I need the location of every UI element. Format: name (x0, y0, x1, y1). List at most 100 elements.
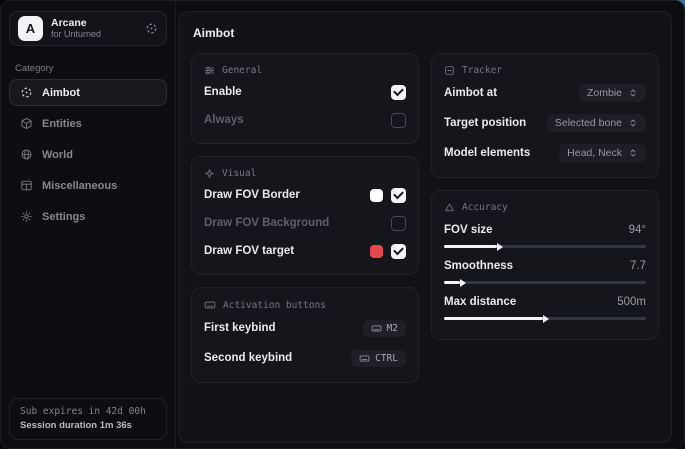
square-minus-icon (444, 65, 455, 76)
keyboard-icon (371, 323, 382, 334)
second-keybind-button[interactable]: CTRL (351, 350, 406, 367)
dropdown-value: Selected bone (555, 117, 622, 129)
panel-title: Visual (222, 168, 256, 179)
setting-row-aimbot-at: Aimbot at Zombie (444, 80, 646, 106)
sub-expiry-text: Sub expires in 42d 00h (20, 406, 156, 417)
app-titles: Arcane for Unturned (51, 17, 101, 39)
sidebar-item-world[interactable]: World (9, 141, 167, 168)
subscription-status-card: Sub expires in 42d 00h Session duration … (9, 398, 167, 440)
panel-title: Activation buttons (223, 300, 326, 311)
dropdown-value: Head, Neck (567, 147, 622, 159)
visual-panel-header: Visual (204, 168, 406, 179)
setting-label: Max distance (444, 296, 516, 308)
slider-fill[interactable] (444, 245, 497, 248)
setting-row-fov-background: Draw FOV Background (204, 211, 406, 235)
panel-title: General (222, 65, 262, 76)
setting-row-fov-target: Draw FOV target (204, 239, 406, 263)
app-name: Arcane (51, 17, 101, 29)
sliders-icon (204, 65, 215, 76)
aimbot-at-dropdown[interactable]: Zombie (579, 84, 646, 102)
smoothness-slider[interactable] (444, 281, 646, 284)
crosshair-icon (20, 86, 33, 99)
triangle-icon (444, 202, 455, 213)
setting-label: Always (204, 114, 244, 126)
general-panel: General Enable Always (191, 53, 419, 144)
globe-icon (20, 148, 33, 161)
accuracy-panel-header: Accuracy (444, 202, 646, 213)
setting-label: Draw FOV target (204, 245, 294, 257)
activation-buttons-panel: Activation buttons First keybind M2 (191, 287, 419, 383)
setting-row-fov-border: Draw FOV Border (204, 183, 406, 207)
sidebar-item-label: Aimbot (42, 87, 80, 99)
panel-title: Tracker (462, 65, 502, 76)
fov-border-checkbox[interactable] (391, 188, 406, 203)
sidebar-item-settings[interactable]: Settings (9, 203, 167, 230)
slider-fill[interactable] (444, 317, 543, 320)
sidebar-item-miscellaneous[interactable]: Miscellaneous (9, 172, 167, 199)
sidebar-item-label: Miscellaneous (42, 180, 117, 192)
enable-checkbox[interactable] (391, 85, 406, 100)
category-label: Category (15, 63, 161, 74)
setting-label: FOV size (444, 224, 493, 236)
setting-row-first-keybind: First keybind M2 (204, 315, 406, 341)
gear-icon (20, 210, 33, 223)
setting-row-enable: Enable (204, 80, 406, 104)
first-keybind-button[interactable]: M2 (363, 320, 406, 337)
general-panel-header: General (204, 65, 406, 76)
setting-row-max-distance: Max distance 500m (444, 292, 646, 320)
arcane-window: A Arcane for Unturned Category Aimbot (0, 0, 685, 449)
setting-label: Aimbot at (444, 87, 497, 99)
sidebar-item-label: World (42, 149, 73, 161)
setting-row-fov-size: FOV size 94° (444, 220, 646, 248)
fov-size-slider[interactable] (444, 245, 646, 248)
app-header-card: A Arcane for Unturned (9, 11, 167, 46)
setting-label: Enable (204, 86, 242, 98)
unfold-icon (628, 118, 638, 128)
slider-fill[interactable] (444, 281, 460, 284)
keyboard-icon (359, 353, 370, 364)
panel-title: Accuracy (462, 202, 508, 213)
setting-row-model-elements: Model elements Head, Neck (444, 140, 646, 166)
sidebar-item-entities[interactable]: Entities (9, 110, 167, 137)
setting-label: Draw FOV Border (204, 189, 300, 201)
main-card: Aimbot General Enable (178, 11, 672, 443)
main-area: Aimbot General Enable (176, 1, 684, 448)
cube-icon (20, 117, 33, 130)
model-elements-dropdown[interactable]: Head, Neck (559, 144, 646, 162)
fov-target-checkbox[interactable] (391, 244, 406, 259)
sidebar-nav: Aimbot Entities World Miscellaneous (1, 77, 175, 232)
setting-row-smoothness: Smoothness 7.7 (444, 256, 646, 284)
keyboard-icon (204, 299, 216, 311)
sidebar: A Arcane for Unturned Category Aimbot (1, 1, 176, 448)
fov-border-color-swatch[interactable] (370, 189, 383, 202)
unfold-icon (628, 148, 638, 158)
fov-target-color-swatch[interactable] (370, 245, 383, 258)
session-duration-text: Session duration 1m 36s (20, 420, 156, 431)
page-title: Aimbot (193, 26, 659, 40)
always-checkbox[interactable] (391, 113, 406, 128)
max-distance-value: 500m (617, 296, 646, 308)
max-distance-slider[interactable] (444, 317, 646, 320)
tracker-panel: Tracker Aimbot at Zombie (431, 53, 659, 178)
visual-panel: Visual Draw FOV Border Draw FOV Backgrou… (191, 156, 419, 275)
dropdown-value: Zombie (587, 87, 622, 99)
keybind-value: CTRL (375, 353, 398, 364)
fov-background-checkbox[interactable] (391, 216, 406, 231)
setting-label: First keybind (204, 322, 276, 334)
setting-row-always: Always (204, 108, 406, 132)
sparkle-icon (204, 168, 215, 179)
app-logo: A (18, 16, 43, 41)
keybind-value: M2 (387, 323, 398, 334)
focus-crosshair-icon[interactable] (145, 22, 158, 35)
left-column: General Enable Always (191, 53, 419, 383)
tracker-panel-header: Tracker (444, 65, 646, 76)
setting-label: Target position (444, 117, 526, 129)
target-position-dropdown[interactable]: Selected bone (547, 114, 646, 132)
activation-panel-header: Activation buttons (204, 299, 406, 311)
setting-label: Second keybind (204, 352, 292, 364)
sidebar-item-aimbot[interactable]: Aimbot (9, 79, 167, 106)
app-subtitle: for Unturned (51, 29, 101, 39)
setting-label: Model elements (444, 147, 530, 159)
sidebar-item-label: Settings (42, 211, 85, 223)
setting-row-second-keybind: Second keybind CTRL (204, 345, 406, 371)
